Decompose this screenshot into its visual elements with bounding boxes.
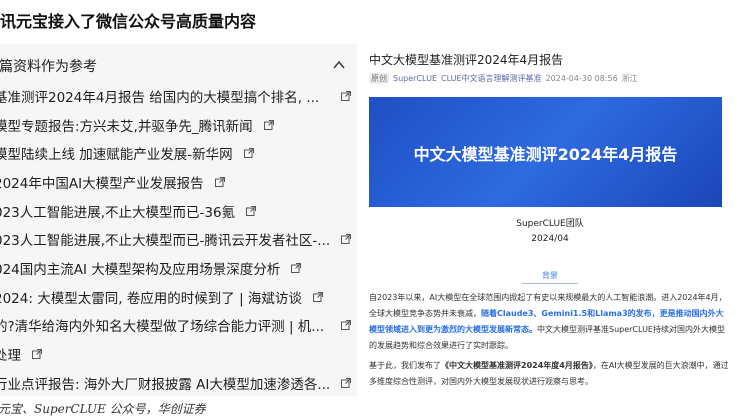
reference-link-text: 处理: [0, 348, 21, 364]
section-label: 背景: [542, 271, 558, 280]
reference-link[interactable]: 2024: 大模型太雷同, 卷应用的时候到了 | 海斌访谈: [0, 286, 324, 308]
reference-link-text: 2024: 大模型太雷同, 卷应用的时候到了 | 海斌访谈: [0, 291, 302, 307]
banner-title: 中文大模型基准测评2024年4月报告: [413, 145, 678, 164]
external-link-icon[interactable]: [243, 147, 255, 159]
external-link-icon[interactable]: [31, 348, 43, 360]
reference-link[interactable]: 处理: [0, 343, 43, 365]
reference-link[interactable]: 模型专题报告:方兴未艾,并驱争先_腾讯新闻: [0, 114, 275, 136]
reference-link-text: 的?清华给海内外知名大模型做了场综合能力评测 | 机...: [0, 319, 325, 335]
report-team: SuperCLUE团队: [516, 219, 584, 229]
article-banner: 中文大模型基准测评2024年4月报告: [369, 97, 722, 207]
article-preview[interactable]: 中文大模型基准测评2024年4月报告 原创 SuperCLUE CLUE中文语言…: [357, 44, 743, 396]
external-link-icon[interactable]: [340, 90, 352, 102]
reference-link[interactable]: 024国内主流AI 大模型架构及应用场景深度分析: [0, 257, 302, 279]
reference-link-text: 行业点评报告: 海外大厂财报披露 AI大模型加速渗透各...: [0, 377, 331, 393]
external-link-icon[interactable]: [245, 205, 257, 217]
reference-link[interactable]: 023人工智能进展,不止大模型而已-腾讯云开发者社区-...: [0, 228, 330, 250]
reference-link-text: 2024年中国AI大模型产业发展报告: [0, 176, 204, 192]
article-date: 2024-04-30 08:56: [545, 73, 618, 83]
reference-section-header[interactable]: 篇资料作为参考: [0, 56, 357, 78]
external-link-icon[interactable]: [290, 262, 302, 274]
reference-link[interactable]: 模型陆续上线 加速赋能产业发展-新华网: [0, 142, 255, 164]
section-divider: [522, 283, 578, 284]
page-title: 讯元宝接入了微信公众号高质量内容: [0, 12, 257, 31]
chevron-up-icon[interactable]: [332, 58, 346, 72]
article-meta: 原创 SuperCLUE CLUE中文语言理解测评基准 2024-04-30 0…: [369, 71, 638, 85]
article-title: 中文大模型基准测评2024年4月报告: [369, 53, 564, 67]
reference-link[interactable]: 023人工智能进展,不止大模型而已-36氪: [0, 200, 257, 222]
reference-link-text: 023人工智能进展,不止大模型而已-腾讯云开发者社区-...: [0, 233, 331, 249]
external-link-icon[interactable]: [312, 291, 324, 303]
article-paragraph: 基于此，我们发布了《中文大模型基准测评2024年度4月报告》，在AI大模型发展的…: [369, 358, 729, 390]
report-date: 2024/04: [531, 234, 569, 244]
article-account[interactable]: CLUE中文语言理解测评基准: [441, 73, 542, 84]
external-link-icon[interactable]: [263, 119, 275, 131]
article-paragraph: 自2023年以来，AI大模型在全球范围内掀起了有史以来规模最大的人工智能浪潮。进…: [369, 290, 729, 354]
reference-link-text: 024国内主流AI 大模型架构及应用场景深度分析: [0, 262, 281, 278]
external-link-icon[interactable]: [340, 377, 352, 389]
reference-link-text: 模型陆续上线 加速赋能产业发展-新华网: [0, 147, 233, 163]
report-name: 《中文大模型基准测评2024年度4月报告》: [441, 361, 593, 370]
original-badge: 原创: [369, 72, 389, 84]
reference-link[interactable]: 基准测评2024年4月报告 给国内的大模型搞个排名, ...: [0, 85, 319, 107]
reference-link[interactable]: 行业点评报告: 海外大厂财报披露 AI大模型加速渗透各...: [0, 372, 330, 394]
reference-link-text: 基准测评2024年4月报告 给国内的大模型搞个排名, ...: [0, 90, 320, 106]
reference-link-text: 023人工智能进展,不止大模型而已-36氪: [0, 205, 236, 221]
paragraph-text: 基于此，我们发布了: [369, 361, 441, 370]
external-link-icon[interactable]: [340, 319, 352, 331]
reference-link[interactable]: 的?清华给海内外知名大模型做了场综合能力评测 | 机...: [0, 314, 324, 336]
external-link-icon[interactable]: [214, 176, 226, 188]
reference-panel: 篇资料作为参考 基准测评2024年4月报告 给国内的大模型搞个排名, ... 模…: [0, 44, 357, 396]
source-caption: 元宝、SuperCLUE 公众号，华创证券: [0, 402, 206, 416]
external-link-icon[interactable]: [340, 233, 352, 245]
article-author[interactable]: SuperCLUE: [393, 74, 437, 83]
article-location: 浙江: [621, 73, 638, 83]
reference-link-text: 模型专题报告:方兴未艾,并驱争先_腾讯新闻: [0, 119, 253, 135]
reference-section-title: 篇资料作为参考: [0, 59, 97, 75]
reference-link[interactable]: 2024年中国AI大模型产业发展报告: [0, 171, 226, 193]
